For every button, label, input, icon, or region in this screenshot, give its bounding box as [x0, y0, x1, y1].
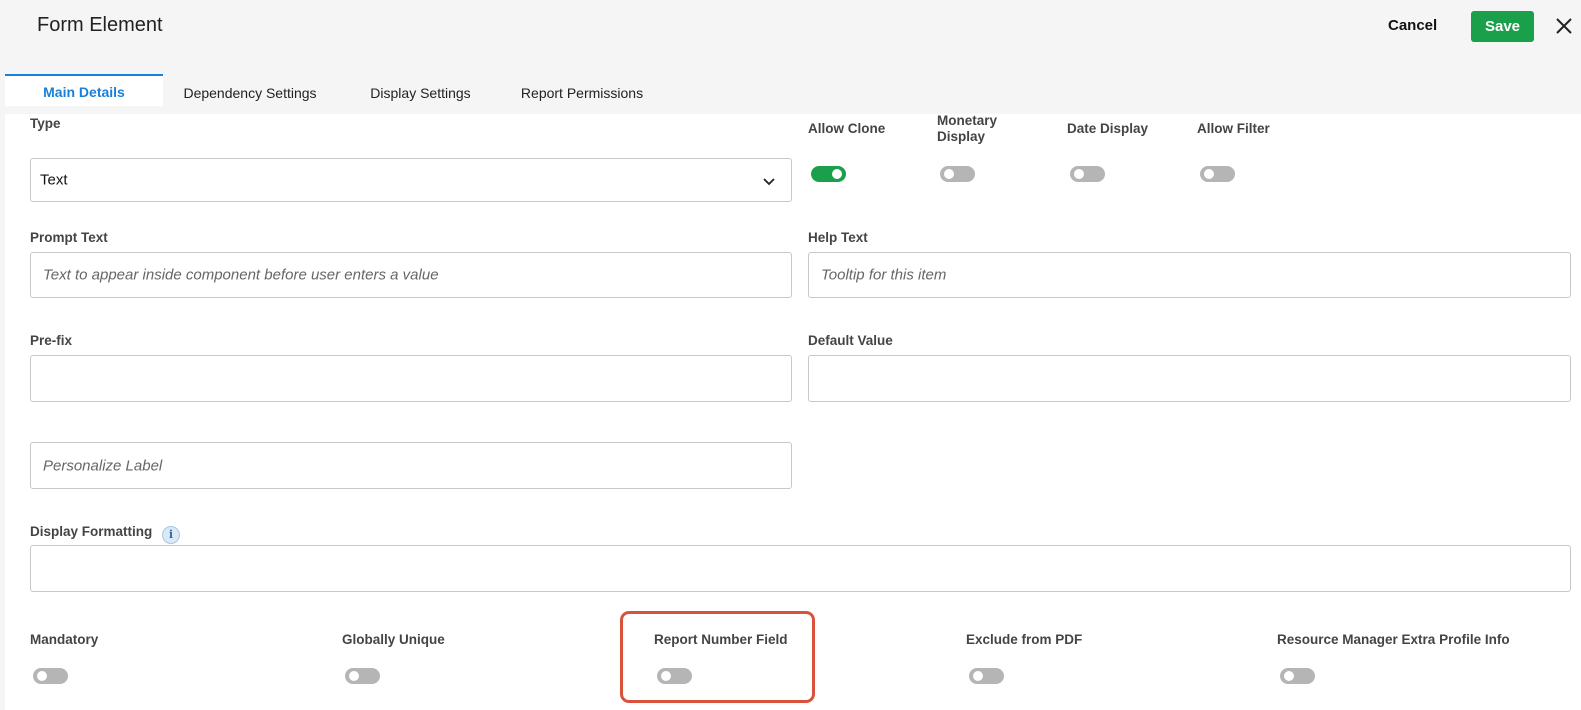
prefix-input[interactable] — [30, 355, 792, 402]
prefix-label: Pre-fix — [30, 333, 73, 348]
toggle-knob — [832, 169, 842, 179]
help-text-label: Help Text — [808, 230, 868, 245]
mandatory-label: Mandatory — [30, 632, 99, 647]
toggle-knob — [973, 671, 983, 681]
toggle-knob — [37, 671, 47, 681]
info-icon[interactable]: i — [162, 526, 180, 544]
resource-manager-extra-profile-info-label: Resource Manager Extra Profile Info — [1277, 632, 1510, 647]
resource-manager-extra-profile-info-toggle[interactable] — [1280, 668, 1315, 684]
prompt-text-placeholder: Text to appear inside component before u… — [43, 266, 439, 284]
toggle-knob — [944, 169, 954, 179]
highlight-box — [620, 611, 815, 703]
exclude-from-pdf-toggle[interactable] — [969, 668, 1004, 684]
help-text-input[interactable]: Tooltip for this item — [808, 252, 1571, 298]
page-title: Form Element — [37, 14, 163, 36]
tab-bar: Main Details Dependency Settings Display… — [0, 74, 1581, 114]
exclude-from-pdf-label: Exclude from PDF — [966, 632, 1083, 647]
monetary-display-label: Monetary Display — [937, 113, 998, 144]
cancel-button[interactable]: Cancel — [1388, 17, 1437, 34]
default-value-label: Default Value — [808, 333, 893, 348]
type-label: Type — [30, 116, 61, 131]
mandatory-toggle[interactable] — [33, 668, 68, 684]
toggle-knob — [349, 671, 359, 681]
monetary-display-toggle[interactable] — [940, 166, 975, 182]
display-formatting-label: Display Formatting — [30, 524, 153, 539]
toggle-knob — [1204, 169, 1214, 179]
toggle-knob — [1074, 169, 1084, 179]
display-formatting-input[interactable] — [30, 545, 1571, 592]
close-icon[interactable] — [1552, 14, 1576, 38]
tab-main-details[interactable]: Main Details — [5, 74, 163, 106]
prompt-text-label: Prompt Text — [30, 230, 108, 245]
date-display-toggle[interactable] — [1070, 166, 1105, 182]
chevron-down-icon — [761, 173, 777, 189]
tab-dependency-settings[interactable]: Dependency Settings — [170, 77, 330, 109]
allow-clone-toggle[interactable] — [811, 166, 846, 182]
allow-filter-toggle[interactable] — [1200, 166, 1235, 182]
personalize-label-placeholder: Personalize Label — [43, 457, 163, 474]
tab-report-permissions[interactable]: Report Permissions — [507, 77, 657, 109]
prompt-text-input[interactable]: Text to appear inside component before u… — [30, 252, 792, 298]
toggle-knob — [1284, 671, 1294, 681]
save-button[interactable]: Save — [1471, 11, 1534, 42]
tab-display-settings[interactable]: Display Settings — [358, 77, 483, 109]
date-display-label: Date Display — [1067, 121, 1149, 136]
personalize-label-input[interactable]: Personalize Label — [30, 442, 792, 489]
allow-clone-label: Allow Clone — [808, 121, 886, 136]
help-text-placeholder: Tooltip for this item — [821, 266, 947, 284]
type-select[interactable]: Text — [30, 158, 792, 202]
header-bar: Form Element Cancel Save — [0, 0, 1581, 74]
default-value-input[interactable] — [808, 355, 1571, 402]
type-select-value: Text — [40, 171, 68, 189]
globally-unique-toggle[interactable] — [345, 668, 380, 684]
allow-filter-label: Allow Filter — [1197, 121, 1270, 136]
globally-unique-label: Globally Unique — [342, 632, 445, 647]
